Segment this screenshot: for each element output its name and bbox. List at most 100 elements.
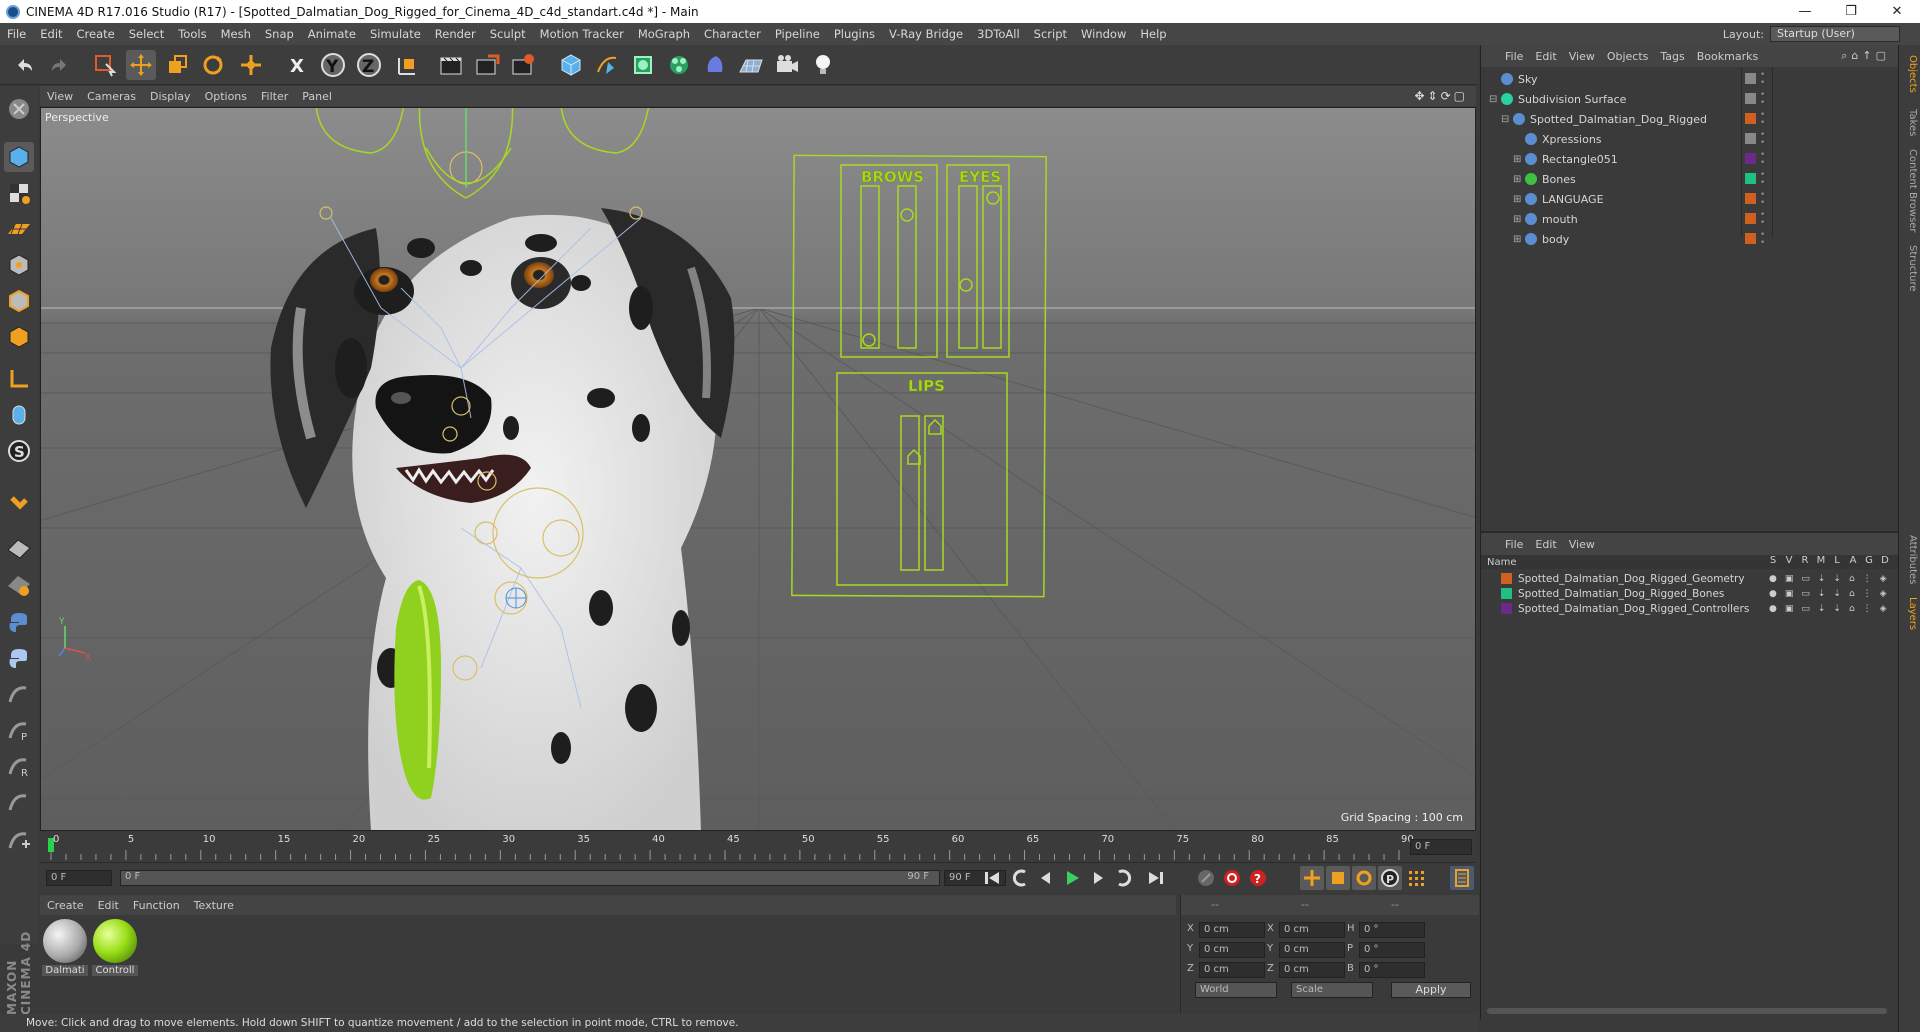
snapping-magnet-icon[interactable] <box>4 490 34 520</box>
layers-menu-edit[interactable]: Edit <box>1529 538 1562 551</box>
script-p-icon[interactable]: P <box>4 716 34 746</box>
spline-pen-icon[interactable] <box>592 50 622 80</box>
visibility-dots-icon[interactable]: • • <box>1760 211 1765 228</box>
coord-mode-select[interactable]: World <box>1195 982 1277 998</box>
object-row[interactable]: ⊞ Rectangle051 • • <box>1481 149 1899 169</box>
object-row[interactable]: ⊞ mouth • • <box>1481 209 1899 229</box>
coord-value-field[interactable]: 0 cm <box>1279 922 1345 938</box>
layer-column-header[interactable]: G <box>1861 555 1877 566</box>
axis-mode-icon[interactable] <box>4 364 34 394</box>
object-row[interactable]: ⊞ Bones • • <box>1481 169 1899 189</box>
menu-motion-tracker[interactable]: Motion Tracker <box>533 27 631 41</box>
previous-key-icon[interactable] <box>1008 866 1032 890</box>
move-tool-icon[interactable] <box>126 50 156 80</box>
layout-select[interactable]: Startup (User) <box>1770 26 1900 42</box>
record-keys-icon[interactable] <box>1194 866 1218 890</box>
viewport-menu-options[interactable]: Options <box>198 90 254 103</box>
polygons-mode-icon[interactable] <box>4 322 34 352</box>
layer-color-swatch[interactable] <box>1745 153 1756 164</box>
layer-color-swatch[interactable] <box>1745 193 1756 204</box>
key-parameter-icon[interactable]: P <box>1378 866 1402 890</box>
visibility-dots-icon[interactable]: • • <box>1760 171 1765 188</box>
rotate-tool-icon[interactable] <box>198 50 228 80</box>
key-point-level-icon[interactable] <box>1404 866 1428 890</box>
layer-color-swatch[interactable] <box>1501 573 1512 584</box>
coord-value-field[interactable]: 0 ° <box>1359 922 1425 938</box>
viewport-menu-display[interactable]: Display <box>143 90 198 103</box>
menu-vray-bridge[interactable]: V-Ray Bridge <box>882 27 970 41</box>
layer-color-swatch[interactable] <box>1745 73 1756 84</box>
material-menu-edit[interactable]: Edit <box>91 899 126 912</box>
layers-menu-file[interactable]: File <box>1499 538 1529 551</box>
autokeying-icon[interactable] <box>1220 866 1244 890</box>
edit-render-settings-icon[interactable] <box>508 50 538 80</box>
coord-value-field[interactable]: 0 ° <box>1359 962 1425 978</box>
expand-toggle-icon[interactable]: ⊞ <box>1513 194 1525 205</box>
viewport-menu-cameras[interactable]: Cameras <box>80 90 143 103</box>
layer-color-swatch[interactable] <box>1745 113 1756 124</box>
menu-render[interactable]: Render <box>428 27 483 41</box>
objects-menu-edit[interactable]: Edit <box>1529 50 1562 63</box>
menu-animate[interactable]: Animate <box>301 27 363 41</box>
material-dalmatian[interactable]: Dalmati <box>42 919 88 976</box>
viewport-menu-panel[interactable]: Panel <box>295 90 339 103</box>
objects-menu-file[interactable]: File <box>1499 50 1529 63</box>
previous-frame-icon[interactable] <box>1034 866 1058 890</box>
workplane-grid-icon[interactable] <box>4 532 34 562</box>
deformer-icon[interactable] <box>700 50 730 80</box>
menu-simulate[interactable]: Simulate <box>363 27 428 41</box>
layer-color-swatch[interactable] <box>1501 603 1512 614</box>
minimize-button[interactable]: — <box>1782 0 1828 23</box>
menu-mesh[interactable]: Mesh <box>214 27 258 41</box>
current-frame-field[interactable]: 0 F <box>1410 839 1472 855</box>
expand-toggle-icon[interactable]: ⊞ <box>1513 154 1525 165</box>
go-to-start-icon[interactable] <box>980 866 1004 890</box>
y-axis-lock-icon[interactable]: Y <box>318 50 348 80</box>
layer-column-header[interactable]: R <box>1797 555 1813 566</box>
expand-toggle-icon[interactable]: ⊞ <box>1513 234 1525 245</box>
visibility-dots-icon[interactable]: • • <box>1760 131 1765 148</box>
next-frame-icon[interactable] <box>1086 866 1110 890</box>
play-forward-icon[interactable] <box>1060 866 1084 890</box>
menu-select[interactable]: Select <box>122 27 171 41</box>
render-picture-viewer-icon[interactable] <box>472 50 502 80</box>
layer-color-swatch[interactable] <box>1501 588 1512 599</box>
object-row[interactable]: ⊟ Subdivision Surface • • <box>1481 89 1899 109</box>
close-button[interactable]: ✕ <box>1874 0 1920 23</box>
tab-layers[interactable]: Layers <box>1902 597 1918 630</box>
layer-column-header[interactable]: V <box>1781 555 1797 566</box>
script-tool-icon[interactable] <box>4 788 34 818</box>
layer-toggle-icons[interactable]: ●▣▭⇣⇣⌂⋮◈ <box>1769 589 1895 599</box>
go-to-end-icon[interactable] <box>1144 866 1168 890</box>
solo-icon[interactable]: S <box>4 436 34 466</box>
layer-row[interactable]: Spotted_Dalmatian_Dog_Rigged_Geometry ●▣▭… <box>1481 571 1899 586</box>
object-manager-nav-icons[interactable]: ⌕⌂↑▢ <box>1841 49 1890 63</box>
object-row[interactable]: ⊟ Spotted_Dalmatian_Dog_Rigged • • <box>1481 109 1899 129</box>
menu-file[interactable]: File <box>0 27 33 41</box>
timeline-ruler[interactable]: 0 5 10 15 20 25 30 35 40 45 50 55 60 65 70 75 80 85 90 0 F <box>40 832 1476 862</box>
visibility-dots-icon[interactable]: • • <box>1760 71 1765 88</box>
coordinate-system-icon[interactable] <box>392 50 422 80</box>
key-position-icon[interactable] <box>1300 866 1324 890</box>
coord-scale-select[interactable]: Scale <box>1291 982 1373 998</box>
object-row[interactable]: ⊞ LANGUAGE • • <box>1481 189 1899 209</box>
visibility-dots-icon[interactable]: • • <box>1760 151 1765 168</box>
timeline-layout-icon[interactable] <box>1450 866 1474 890</box>
object-row[interactable]: ⊞ body • • <box>1481 229 1899 249</box>
menu-3dtoall[interactable]: 3DToAll <box>970 27 1027 41</box>
material-controller[interactable]: Controll <box>92 919 138 976</box>
object-row[interactable]: Sky • • <box>1481 69 1899 89</box>
tab-structure[interactable]: Structure <box>1902 245 1918 292</box>
points-mode-icon[interactable] <box>4 250 34 280</box>
layer-row[interactable]: Spotted_Dalmatian_Dog_Rigged_Bones ●▣▭⇣⇣⌂… <box>1481 586 1899 601</box>
objects-menu-tags[interactable]: Tags <box>1654 50 1690 63</box>
key-scale-icon[interactable] <box>1326 866 1350 890</box>
next-key-icon[interactable] <box>1112 866 1136 890</box>
locked-workplane-icon[interactable] <box>4 570 34 600</box>
layer-color-swatch[interactable] <box>1745 133 1756 144</box>
visibility-dots-icon[interactable]: • • <box>1760 231 1765 248</box>
render-view-icon[interactable] <box>436 50 466 80</box>
x-axis-lock-icon[interactable]: X <box>282 50 312 80</box>
expand-toggle-icon[interactable]: ⊞ <box>1513 214 1525 225</box>
make-editable-icon[interactable] <box>4 94 34 124</box>
